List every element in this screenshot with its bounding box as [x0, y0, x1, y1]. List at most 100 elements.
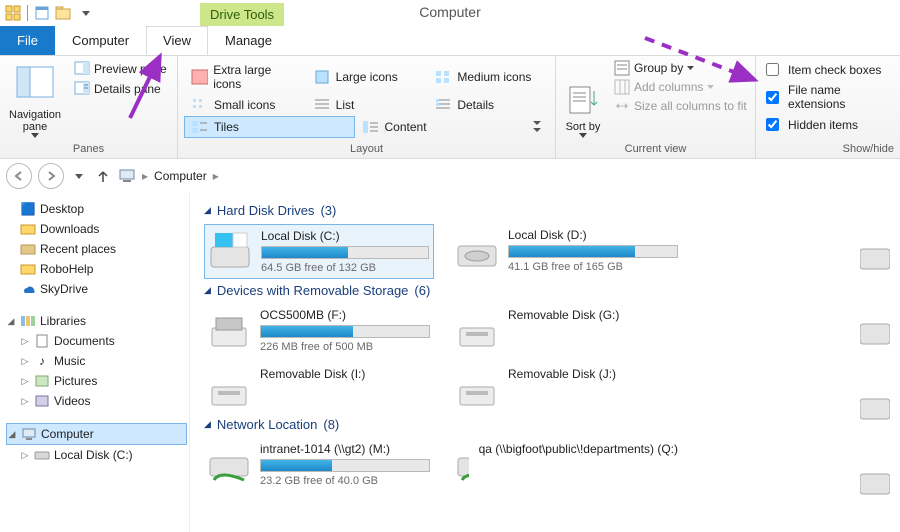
layout-gallery[interactable]: Extra large icons Large icons Medium ico… — [184, 60, 549, 138]
content-area[interactable]: ◢Hard Disk Drives(3) Local Disk (C:) 64.… — [190, 193, 900, 532]
layout-tiles[interactable]: Tiles — [184, 116, 355, 138]
network-drive-icon — [456, 442, 469, 484]
layout-list[interactable]: List — [306, 94, 428, 116]
drive-tile[interactable]: Removable Disk (I:) — [204, 363, 434, 413]
drive-tile[interactable]: Local Disk (C:) 64.5 GB free of 132 GB — [204, 224, 434, 279]
navigation-bar: ▸ Computer ▸ — [0, 159, 900, 193]
group-label: Panes — [6, 141, 171, 158]
layout-details[interactable]: Details — [427, 94, 549, 116]
music-icon: ♪ — [34, 353, 50, 369]
tree-item-favorite[interactable]: 🟦Desktop — [6, 199, 187, 219]
title-bar: Drive Tools Computer — [0, 0, 900, 26]
forward-button[interactable] — [38, 163, 64, 189]
libraries-icon — [20, 313, 36, 329]
breadcrumb[interactable]: ▸ Computer ▸ — [118, 168, 219, 184]
group-current-view: Sort by Group by Add columns Size all co… — [556, 56, 756, 158]
layout-extra-large[interactable]: Extra large icons — [184, 60, 306, 94]
drive-tile[interactable]: qa (\\bigfoot\public\!departments) (Q:) — [452, 438, 682, 491]
drive-free-text: 226 MB free of 500 MB — [260, 341, 430, 353]
drive-name: Removable Disk (I:) — [260, 367, 430, 381]
navigation-pane-button[interactable]: Navigation pane — [6, 60, 64, 138]
tree-item-favorite[interactable]: RoboHelp — [6, 259, 187, 279]
back-button[interactable] — [6, 163, 32, 189]
tree-item-library[interactable]: ▷Videos — [20, 391, 187, 411]
drive-tile[interactable]: OCS500MB (F:) 226 MB free of 500 MB — [204, 304, 434, 357]
tab-file[interactable]: File — [0, 26, 55, 55]
tree-item-favorite[interactable]: SkyDrive — [6, 279, 187, 299]
layout-content[interactable]: Content — [355, 116, 526, 138]
storage-bar — [508, 245, 678, 258]
layout-more-button[interactable] — [525, 116, 549, 138]
storage-bar — [260, 325, 430, 338]
up-button[interactable] — [94, 167, 112, 185]
properties-icon[interactable] — [32, 3, 52, 23]
tab-computer[interactable]: Computer — [55, 26, 146, 55]
drive-name: qa (\\bigfoot\public\!departments) (Q:) — [479, 442, 678, 456]
tree-item-drive[interactable]: ▷Local Disk (C:) — [20, 445, 187, 465]
details-pane-button[interactable]: Details pane — [72, 80, 169, 98]
section-header-hdd[interactable]: ◢Hard Disk Drives(3) — [204, 203, 900, 218]
drive-free-text: 64.5 GB free of 132 GB — [261, 262, 429, 274]
videos-icon — [34, 393, 50, 409]
file-name-extensions-checkbox[interactable]: File name extensions — [762, 83, 894, 111]
tab-manage[interactable]: Manage — [208, 26, 289, 55]
tab-view[interactable]: View — [146, 26, 208, 55]
drive-tile[interactable]: Local Disk (D:) 41.1 GB free of 165 GB — [452, 224, 682, 279]
drive-icon — [34, 447, 50, 463]
chevron-down-icon — [707, 85, 714, 89]
tree-item-computer[interactable]: ◢Computer — [6, 423, 187, 445]
computer-icon — [21, 426, 37, 442]
breadcrumb-item[interactable]: Computer — [154, 169, 207, 183]
tree-item-favorite[interactable]: Downloads — [6, 219, 187, 239]
skydrive-icon — [20, 281, 36, 297]
layout-medium[interactable]: Medium icons — [427, 60, 549, 94]
drive-tile[interactable]: Removable Disk (J:) — [452, 363, 682, 413]
group-by-button[interactable]: Group by — [612, 60, 749, 76]
ribbon: Navigation pane Preview pane Details pan… — [0, 56, 900, 159]
drive-tile[interactable]: intranet-1014 (\\gt2) (M:) 23.2 GB free … — [204, 438, 434, 491]
drive-tile[interactable]: Removable Disk (G:) — [452, 304, 682, 357]
app-icon[interactable] — [3, 3, 23, 23]
chevron-down-icon — [31, 133, 39, 138]
tree-item-favorite[interactable]: Recent places — [6, 239, 187, 259]
drive-icon — [860, 235, 890, 275]
removable-drive-icon — [456, 367, 498, 409]
size-columns-button: Size all columns to fit — [612, 98, 749, 114]
folder-icon — [20, 261, 36, 277]
window-title: Computer — [419, 4, 480, 20]
qat-dropdown-icon[interactable] — [76, 3, 96, 23]
drive-name: Local Disk (C:) — [261, 229, 429, 243]
drive-name: OCS500MB (F:) — [260, 308, 430, 322]
folder-icon — [20, 221, 36, 237]
storage-bar — [260, 459, 430, 472]
removable-drive-icon — [208, 308, 250, 350]
drive-name: Removable Disk (J:) — [508, 367, 678, 381]
section-header-network[interactable]: ◢Network Location(8) — [204, 417, 900, 432]
ribbon-tabs: File Computer View Manage — [0, 26, 900, 56]
drive-icon — [456, 228, 498, 270]
sort-by-button[interactable]: Sort by — [562, 60, 604, 138]
recent-places-icon — [20, 241, 36, 257]
navigation-tree[interactable]: 🟦Desktop Downloads Recent places RoboHel… — [0, 193, 190, 532]
drive-icon — [860, 310, 890, 350]
storage-bar — [261, 246, 429, 259]
section-header-removable[interactable]: ◢Devices with Removable Storage(6) — [204, 283, 900, 298]
quick-access-toolbar — [0, 3, 99, 23]
new-folder-icon[interactable] — [54, 3, 74, 23]
group-layout: Extra large icons Large icons Medium ico… — [178, 56, 556, 158]
hidden-items-checkbox[interactable]: Hidden items — [762, 115, 894, 134]
tree-item-library[interactable]: ▷Pictures — [20, 371, 187, 391]
item-check-boxes-checkbox[interactable]: Item check boxes — [762, 60, 894, 79]
preview-pane-button[interactable]: Preview pane — [72, 60, 169, 78]
layout-large[interactable]: Large icons — [306, 60, 428, 94]
tree-item-library[interactable]: ▷♪Music — [20, 351, 187, 371]
drive-name: Removable Disk (G:) — [508, 308, 678, 322]
recent-locations-button[interactable] — [70, 167, 88, 185]
drive-icon — [860, 460, 890, 500]
drive-free-text: 41.1 GB free of 165 GB — [508, 261, 678, 273]
computer-icon — [118, 168, 136, 184]
tree-item-libraries[interactable]: ◢Libraries — [6, 311, 187, 331]
layout-small[interactable]: Small icons — [184, 94, 306, 116]
tree-item-library[interactable]: ▷Documents — [20, 331, 187, 351]
explorer-body: 🟦Desktop Downloads Recent places RoboHel… — [0, 193, 900, 532]
